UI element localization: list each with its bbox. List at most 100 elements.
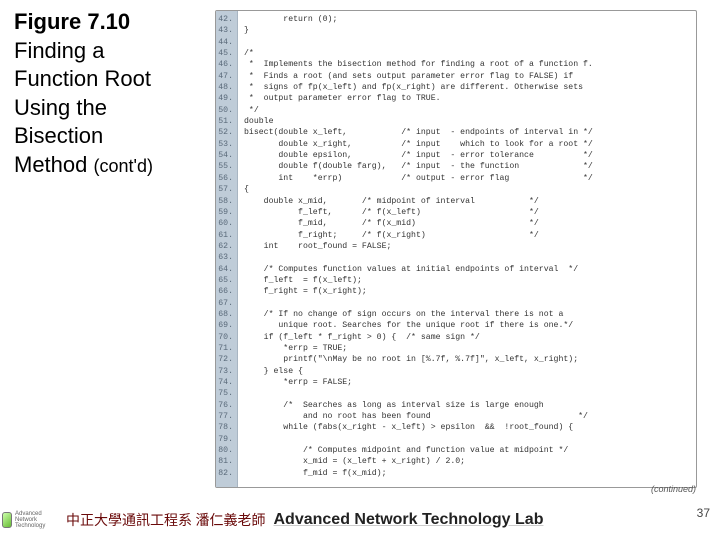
line-number: 48. [218, 82, 233, 93]
figure-label: Figure 7.10 [14, 8, 210, 37]
code-line: * signs of fp(x_left) and fp(x_right) ar… [244, 82, 693, 93]
code-line: */ [244, 105, 693, 116]
code-line: /* [244, 48, 693, 59]
code-line [244, 434, 693, 445]
figure-title-line5: Method (cont'd) [14, 151, 210, 180]
line-number: 72. [218, 354, 233, 365]
figure-heading: Figure 7.10 Finding a Function Root Usin… [14, 8, 210, 180]
line-number: 61. [218, 230, 233, 241]
code-line: * Implements the bisection method for fi… [244, 59, 693, 70]
code-line: if (f_left * f_right > 0) { /* same sign… [244, 332, 693, 343]
line-number: 54. [218, 150, 233, 161]
logo-text: Advanced Network Technology [15, 511, 62, 529]
line-number: 64. [218, 264, 233, 275]
code-line: return (0); [244, 14, 693, 25]
lab-logo: Advanced Network Technology [2, 506, 62, 534]
code-line: double f(double farg), /* input - the fu… [244, 161, 693, 172]
line-number: 67. [218, 298, 233, 309]
line-number: 43. [218, 25, 233, 36]
code-line: /* If no change of sign occurs on the in… [244, 309, 693, 320]
line-number: 60. [218, 218, 233, 229]
line-number: 50. [218, 105, 233, 116]
code-line: f_left = f(x_left); [244, 275, 693, 286]
figure-title-line4: Bisection [14, 122, 210, 151]
code-line: /* Computes function values at initial e… [244, 264, 693, 275]
line-number: 55. [218, 161, 233, 172]
line-number: 68. [218, 309, 233, 320]
line-number: 49. [218, 93, 233, 104]
code-line: } [244, 25, 693, 36]
line-number: 57. [218, 184, 233, 195]
footer-left-text: 中正大學通訊工程系 潘仁義老師 [66, 510, 266, 530]
code-line: while (fabs(x_right - x_left) > epsilon … [244, 422, 693, 433]
code-line: f_mid, /* f(x_mid) */ [244, 218, 693, 229]
line-number: 52. [218, 127, 233, 138]
code-line: x_mid = (x_left + x_right) / 2.0; [244, 456, 693, 467]
code-line: double [244, 116, 693, 127]
code-line: } else { [244, 366, 693, 377]
line-number: 45. [218, 48, 233, 59]
code-line: /* Searches as long as interval size is … [244, 400, 693, 411]
code-line: double epsilon, /* input - error toleran… [244, 150, 693, 161]
code-line: f_left, /* f(x_left) */ [244, 207, 693, 218]
line-number: 53. [218, 139, 233, 150]
code-line: * Finds a root (and sets output paramete… [244, 71, 693, 82]
line-number: 56. [218, 173, 233, 184]
line-number: 47. [218, 71, 233, 82]
line-number: 80. [218, 445, 233, 456]
code-line: *errp = FALSE; [244, 377, 693, 388]
page-number: 37 [697, 506, 710, 520]
line-number: 70. [218, 332, 233, 343]
code-line: double x_mid, /* midpoint of interval */ [244, 196, 693, 207]
line-number: 79. [218, 434, 233, 445]
line-number: 42. [218, 14, 233, 25]
code-line: and no root has been found */ [244, 411, 693, 422]
line-number: 73. [218, 366, 233, 377]
line-number: 62. [218, 241, 233, 252]
code-body: return (0);} /* * Implements the bisectio… [238, 11, 693, 487]
code-line [244, 37, 693, 48]
code-line: printf("\nMay be no root in [%.7f, %.7f]… [244, 354, 693, 365]
code-line: *errp = TRUE; [244, 343, 693, 354]
code-line [244, 388, 693, 399]
footer: Advanced Network Technology 中正大學通訊工程系 潘仁… [0, 506, 720, 534]
footer-right-text: Advanced Network Technology Lab [274, 511, 544, 529]
code-line [244, 298, 693, 309]
figure-title-line2: Function Root [14, 65, 210, 94]
code-line: unique root. Searches for the unique roo… [244, 320, 693, 331]
line-number: 74. [218, 377, 233, 388]
line-number: 75. [218, 388, 233, 399]
continued-label: (continued) [651, 484, 696, 494]
line-number: 78. [218, 422, 233, 433]
code-line: f_right; /* f(x_right) */ [244, 230, 693, 241]
line-number: 44. [218, 37, 233, 48]
line-number: 71. [218, 343, 233, 354]
code-listing: 42.43.44.45.46.47.48.49.50.51.52.53.54.5… [215, 10, 697, 488]
code-line: { [244, 184, 693, 195]
line-number: 76. [218, 400, 233, 411]
line-number: 81. [218, 456, 233, 467]
line-number: 65. [218, 275, 233, 286]
line-number: 59. [218, 207, 233, 218]
code-line: int *errp) /* output - error flag */ [244, 173, 693, 184]
line-number: 77. [218, 411, 233, 422]
code-line: int root_found = FALSE; [244, 241, 693, 252]
line-number: 69. [218, 320, 233, 331]
line-number: 63. [218, 252, 233, 263]
code-line: f_mid = f(x_mid); [244, 468, 693, 479]
line-number-gutter: 42.43.44.45.46.47.48.49.50.51.52.53.54.5… [216, 11, 238, 487]
line-number: 82. [218, 468, 233, 479]
line-number: 51. [218, 116, 233, 127]
line-number: 66. [218, 286, 233, 297]
figure-title-line1: Finding a [14, 37, 210, 66]
line-number: 58. [218, 196, 233, 207]
line-number: 46. [218, 59, 233, 70]
code-line: /* Computes midpoint and function value … [244, 445, 693, 456]
figure-title-line3: Using the [14, 94, 210, 123]
code-line [244, 252, 693, 263]
globe-icon [2, 512, 12, 528]
code-line: bisect(double x_left, /* input - endpoin… [244, 127, 693, 138]
code-line: * output parameter error flag to TRUE. [244, 93, 693, 104]
code-line: double x_right, /* input which to look f… [244, 139, 693, 150]
code-line: f_right = f(x_right); [244, 286, 693, 297]
